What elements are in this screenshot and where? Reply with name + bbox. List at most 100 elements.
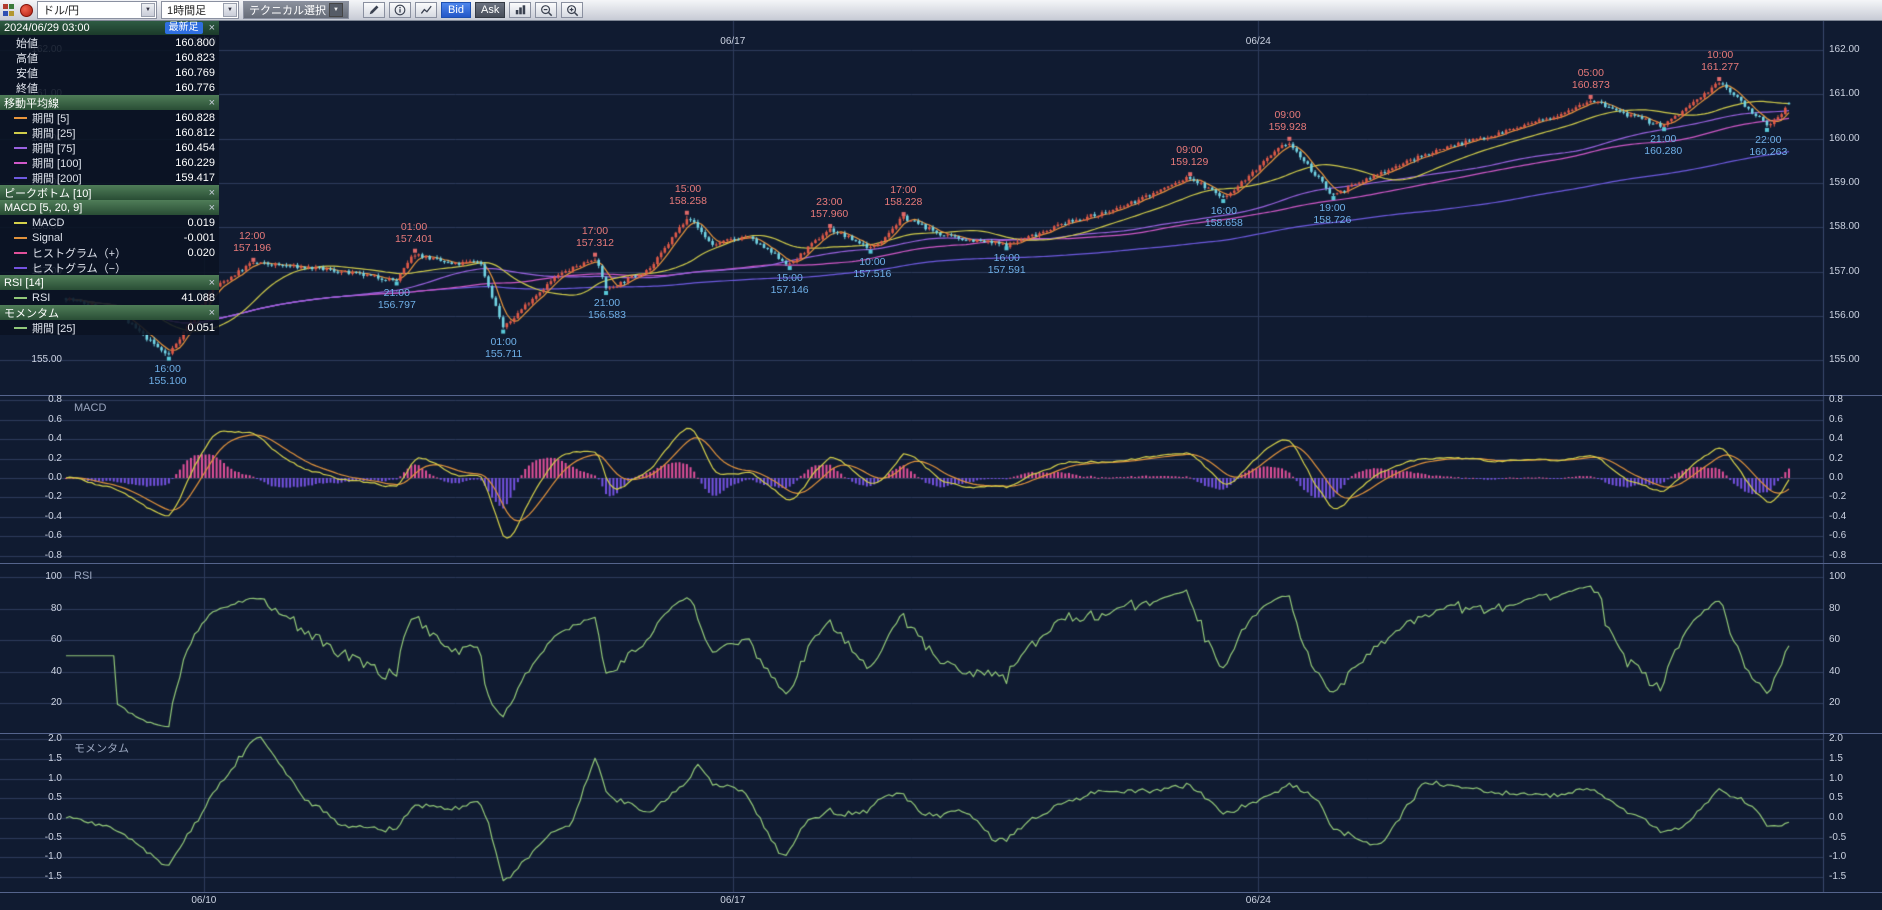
indicator-row: 期間 [200] 159.417: [0, 170, 219, 185]
ohlc-label: 始値: [16, 35, 38, 51]
indicator-label: ヒストグラム（−）: [32, 260, 126, 276]
ohlc-row: 終値 160.776: [0, 80, 219, 95]
panel-divider: [0, 395, 1882, 396]
ohlc-row: 安値 160.769: [0, 65, 219, 80]
main-chart-canvas[interactable]: [0, 20, 1882, 396]
line-color-swatch: [14, 117, 27, 119]
indicator-row: 期間 [25] 160.812: [0, 125, 219, 140]
indicator-row: 期間 [100] 160.229: [0, 155, 219, 170]
ohlc-row: 始値 160.800: [0, 35, 219, 50]
indicator-label: Signal: [32, 232, 63, 244]
panel-divider: [0, 892, 1882, 893]
ohlc-label: 安値: [16, 65, 38, 81]
ask-button[interactable]: Ask: [475, 2, 505, 18]
indicator-title: MACD [5, 20, 9]: [4, 202, 82, 214]
line-color-swatch: [14, 252, 27, 254]
indicator-title: RSI [14]: [4, 277, 44, 289]
bar-datetime: 2024/06/29 03:00: [4, 22, 90, 34]
indicator-label: 期間 [100]: [32, 155, 82, 171]
line-color-swatch: [14, 162, 27, 164]
close-icon[interactable]: ×: [209, 277, 215, 289]
rsi-canvas[interactable]: [0, 564, 1882, 733]
indicator-row: 期間 [5]160.828: [0, 110, 219, 125]
close-icon[interactable]: ×: [209, 307, 215, 319]
currency-pair-label: ドル/円: [43, 2, 137, 18]
ohlc-value: 160.776: [175, 82, 215, 94]
line-color-swatch: [14, 147, 27, 149]
bar-chart-button[interactable]: [509, 2, 531, 18]
chart-area: 162.00162.00161.00161.00160.00160.00159.…: [0, 0, 1882, 910]
indicator-row: Signal -0.001: [0, 230, 219, 245]
x-axis-label: 06/17: [720, 895, 745, 906]
currency-pair-select[interactable]: ドル/円 ▼: [37, 1, 157, 19]
indicator-row: 期間 [75]160.454: [0, 140, 219, 155]
indicator-value: 160.812: [175, 127, 215, 139]
line-color-swatch: [14, 297, 27, 299]
timeframe-select[interactable]: 1時間足 ▼: [161, 1, 239, 19]
close-icon[interactable]: ×: [209, 202, 215, 214]
line-color-swatch: [14, 267, 27, 269]
zoom-out-icon: [540, 4, 553, 17]
bar-info-header: 2024/06/29 03:00 最新足 ×: [0, 20, 219, 35]
info-button[interactable]: [389, 2, 411, 18]
bid-button[interactable]: Bid: [441, 2, 471, 18]
x-axis-label: 06/24: [1246, 895, 1271, 906]
indicator-section-header: 移動平均線×: [0, 95, 219, 110]
x-axis-label: 06/10: [191, 895, 216, 906]
indicator-value: 0.051: [187, 322, 215, 334]
close-icon[interactable]: ×: [209, 97, 215, 109]
chevron-down-icon: ▼: [329, 3, 343, 17]
line-color-swatch: [14, 132, 27, 134]
indicator-label: 期間 [25]: [32, 320, 75, 336]
chevron-down-icon: ▼: [223, 3, 237, 17]
macd-canvas[interactable]: [0, 396, 1882, 563]
indicator-value: -0.001: [184, 232, 215, 244]
zoom-in-button[interactable]: [561, 2, 583, 18]
indicator-value: 0.020: [187, 247, 215, 259]
line-color-swatch: [14, 222, 27, 224]
technical-select-button[interactable]: テクニカル選択 ▼: [243, 1, 349, 19]
pencil-icon: [368, 4, 380, 16]
indicator-label: MACD: [32, 217, 64, 229]
panel-divider: [0, 733, 1882, 734]
momentum-canvas[interactable]: [0, 734, 1882, 892]
indicator-title: ピークボトム [10]: [4, 185, 91, 201]
indicator-value: 0.019: [187, 217, 215, 229]
indicator-label: ヒストグラム（+）: [32, 245, 126, 261]
indicator-label: 期間 [200]: [32, 170, 82, 186]
ohlc-value: 160.823: [175, 52, 215, 64]
ohlc-value: 160.769: [175, 67, 215, 79]
indicator-value: 160.229: [175, 157, 215, 169]
indicator-row: ヒストグラム（+） 0.020: [0, 245, 219, 260]
ohlc-value: 160.800: [175, 37, 215, 49]
toolbar: ドル/円 ▼ 1時間足 ▼ テクニカル選択 ▼ Bid Ask: [0, 0, 1882, 21]
indicator-title: モメンタム: [4, 305, 59, 321]
line-color-swatch: [14, 237, 27, 239]
ohlc-label: 高値: [16, 50, 38, 66]
info-icon: [394, 4, 406, 16]
line-chart-icon: [420, 4, 433, 16]
close-icon[interactable]: ×: [209, 187, 215, 199]
indicator-section-header: MACD [5, 20, 9] ×: [0, 200, 219, 215]
indicator-section-header: RSI [14] ×: [0, 275, 219, 290]
indicator-value: 159.417: [175, 172, 215, 184]
menu-icon[interactable]: [3, 4, 16, 17]
ohlc-label: 終値: [16, 80, 38, 96]
zoom-out-button[interactable]: [535, 2, 557, 18]
indicator-section-header: ピークボトム [10] ×: [0, 185, 219, 200]
draw-tool-button[interactable]: [363, 2, 385, 18]
bar-chart-icon: [514, 4, 527, 16]
indicator-row: RSI41.088: [0, 290, 219, 305]
timeframe-label: 1時間足: [167, 2, 219, 18]
chevron-down-icon: ▼: [141, 3, 155, 17]
indicator-row: MACD 0.019: [0, 215, 219, 230]
indicator-label: 期間 [25]: [32, 125, 75, 141]
indicator-value: 160.828: [175, 112, 215, 124]
ohlc-row: 高値 160.823: [0, 50, 219, 65]
line-color-swatch: [14, 327, 27, 329]
close-icon[interactable]: ×: [209, 22, 215, 34]
line-chart-button[interactable]: [415, 2, 437, 18]
latest-bar-badge: 最新足: [165, 22, 203, 34]
indicator-row: ヒストグラム（−）: [0, 260, 219, 275]
indicator-label: RSI: [32, 292, 50, 304]
